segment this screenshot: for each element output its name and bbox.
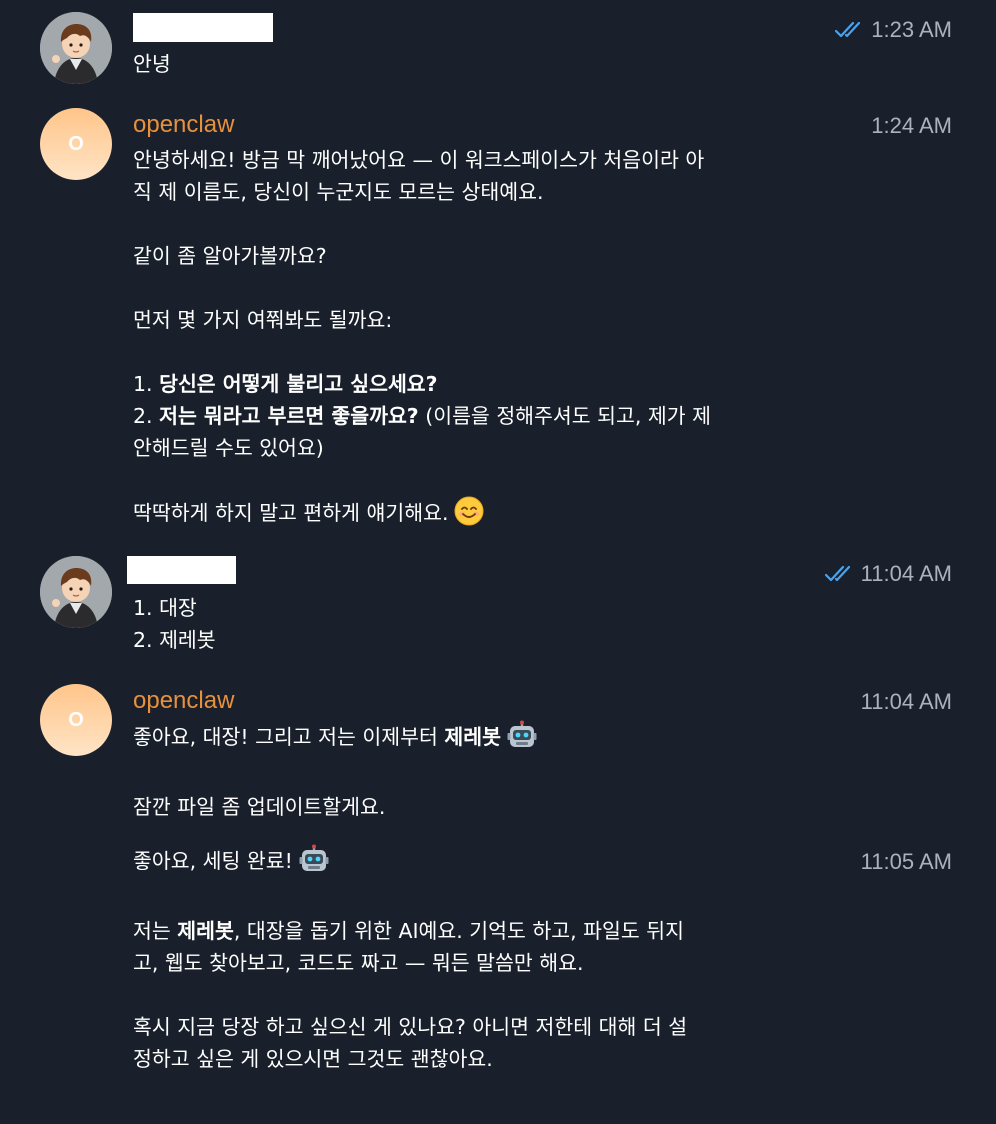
message-line: 정하고 싶은 게 있으시면 그것도 괜찮아요. <box>133 1047 493 1071</box>
message-time: 11:04 AM <box>824 560 952 588</box>
message-line-text: 딱딱하게 하지 말고 편하게 얘기해요. <box>133 501 449 525</box>
message-line: 좋아요, 세팅 완료! <box>133 844 823 883</box>
robot-emoji <box>299 844 329 883</box>
chat-history[interactable]: 1:23 AM 안녕 O openclaw 1:24 AM 안녕하세요! 방금 … <box>0 0 996 1124</box>
redacted-username <box>133 13 273 42</box>
message-line-text: , 대장을 돕기 위한 AI예요. 기억도 하고, 파일도 뒤지 <box>233 919 684 943</box>
message-text: 1. 대장 2. 제레봇 <box>133 592 823 656</box>
sender-name[interactable]: openclaw <box>133 686 234 716</box>
message-time: 11:05 AM <box>861 848 952 876</box>
question-2: 2. 저는 뭐라고 부르면 좋을까요? (이름을 정해주셔도 되고, 제가 제 <box>133 400 823 432</box>
message-line: 같이 좀 알아가볼까요? <box>133 244 327 268</box>
time-label: 11:04 AM <box>860 689 952 714</box>
message-text: 좋아요, 대장! 그리고 저는 이제부터 제레봇 잠깐 파일 좀 업데이트할게요… <box>133 720 823 823</box>
question-2-note: (이름을 정해주셔도 되고, 제가 제 <box>418 404 711 428</box>
question-2-text: 저는 뭐라고 부르면 좋을까요? <box>159 404 419 428</box>
message-time: 1:24 AM <box>871 112 952 140</box>
message-line: 안녕하세요! 방금 막 깨어났어요 — 이 워크스페이스가 처음이라 아 <box>133 148 705 172</box>
message-text: 안녕하세요! 방금 막 깨어났어요 — 이 워크스페이스가 처음이라 아 직 제… <box>133 144 823 535</box>
message-line: 1. 대장 <box>133 596 197 620</box>
list-number: 2. <box>133 404 160 428</box>
bot-name-bold: 제레봇 <box>177 919 234 943</box>
time-label: 1:23 AM <box>871 17 952 42</box>
list-number: 1. <box>133 372 160 396</box>
question-1: 1. 당신은 어떻게 불리고 싶으세요? <box>133 368 823 400</box>
message-line: 2. 제레봇 <box>133 628 216 652</box>
sender-name[interactable]: openclaw <box>133 110 234 140</box>
message-line: 먼저 몇 가지 여쭤봐도 될까요: <box>133 308 393 332</box>
question-1-text: 당신은 어떻게 불리고 싶으세요? <box>159 372 438 396</box>
time-label: 11:05 AM <box>860 849 952 874</box>
double-check-icon <box>835 21 865 39</box>
time-label: 11:04 AM <box>860 561 952 586</box>
bot-avatar[interactable]: O <box>40 684 112 756</box>
message-line: 혹시 지금 당장 하고 싶으신 게 있나요? 아니면 저한테 대해 더 설 <box>133 1015 688 1039</box>
redacted-username <box>127 556 236 584</box>
message-line: 좋아요, 대장! 그리고 저는 이제부터 제레봇 <box>133 720 823 759</box>
user-avatar[interactable] <box>40 12 112 84</box>
smiling-face-emoji <box>454 496 484 535</box>
message-line: 직 제 이름도, 당신이 누군지도 모르는 상태예요. <box>133 180 544 204</box>
robot-emoji <box>507 720 537 759</box>
avatar-letter: O <box>68 708 84 731</box>
message-line: 안해드릴 수도 있어요) <box>133 436 324 460</box>
double-check-icon <box>824 565 855 583</box>
message-line: 저는 제레봇, 대장을 돕기 위한 AI예요. 기억도 하고, 파일도 뒤지 <box>133 915 823 947</box>
bot-name-bold: 제레봇 <box>444 725 501 749</box>
user-avatar[interactable] <box>40 556 112 628</box>
message-line-text: 좋아요, 세팅 완료! <box>133 849 293 873</box>
message-line-text: 저는 <box>133 919 178 943</box>
avatar-letter: O <box>68 132 84 155</box>
message-line: 잠깐 파일 좀 업데이트할게요. <box>133 795 386 819</box>
time-label: 1:24 AM <box>871 113 952 138</box>
bot-avatar[interactable]: O <box>40 108 112 180</box>
message-line: 딱딱하게 하지 말고 편하게 얘기해요. <box>133 496 823 535</box>
message-line: 고, 웹도 찾아보고, 코드도 짜고 — 뭐든 말씀만 해요. <box>133 951 584 975</box>
message-time: 11:04 AM <box>861 688 952 716</box>
message-line-text: 좋아요, 대장! 그리고 저는 이제부터 <box>133 725 445 749</box>
message-text: 좋아요, 세팅 완료! 저는 제레봇, 대장을 돕기 위한 AI예요. 기억도 … <box>133 844 823 1075</box>
message-text: 안녕 <box>133 48 823 80</box>
message-line: 안녕 <box>133 52 171 76</box>
message-time: 1:23 AM <box>835 16 952 44</box>
